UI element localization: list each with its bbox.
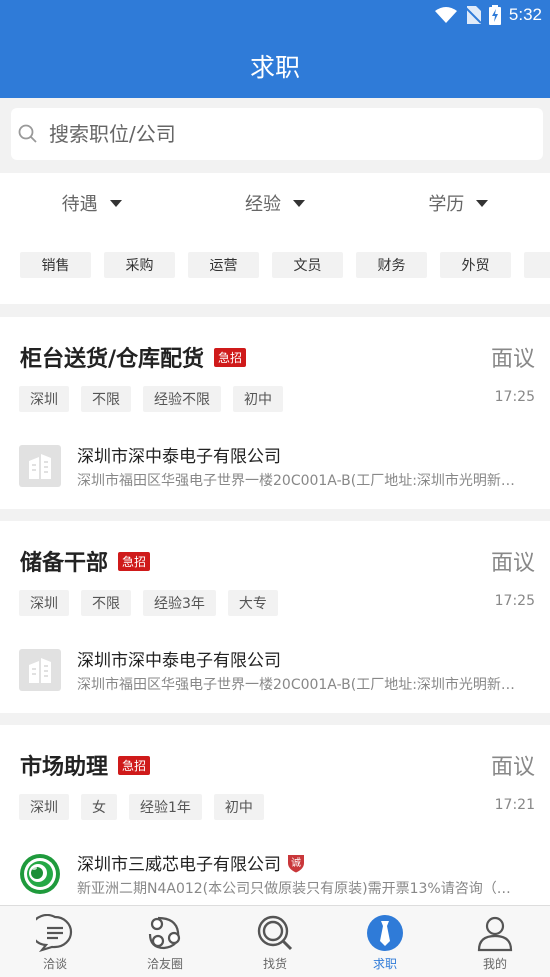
tab-label: 洽友圈: [146, 957, 183, 971]
search-input[interactable]: [49, 122, 509, 146]
urgent-badge: 急招: [214, 347, 247, 367]
job-title: 市场助理: [20, 755, 109, 780]
search-goods-icon: [257, 915, 293, 951]
job-tag: 经验3年: [143, 590, 216, 616]
filter-education[interactable]: 学历: [367, 173, 550, 233]
tab-find-goods[interactable]: 找货: [220, 906, 330, 977]
building-icon: [19, 649, 61, 691]
job-tag: 深圳: [19, 590, 69, 616]
category-chip[interactable]: 销售: [20, 252, 91, 278]
company-name: 深圳市三威芯电子有限公司: [77, 855, 281, 875]
company-address: 深圳市福田区华强电子世界一楼20C001A-B(工厂地址:深圳市光明新区公明镇): [77, 473, 515, 489]
company-name: 深圳市深中泰电子有限公司: [77, 651, 281, 671]
tab-chat[interactable]: 洽谈: [0, 906, 110, 977]
building-icon: [19, 445, 61, 487]
filter-label: 待遇: [61, 194, 98, 215]
company-row[interactable]: 深圳市深中泰电子有限公司 深圳市福田区华强电子世界一楼20C001A-B(工厂地…: [19, 442, 534, 490]
job-salary: 面议: [490, 755, 535, 780]
filter-salary[interactable]: 待遇: [0, 173, 183, 233]
tab-label: 找货: [262, 957, 287, 971]
tab-label: 求职: [372, 957, 397, 971]
filter-bar: 待遇 经验 学历: [0, 173, 550, 233]
job-title: 储备干部: [20, 551, 109, 576]
tab-label: 洽谈: [42, 957, 67, 971]
category-chip[interactable]: 运营: [188, 252, 259, 278]
job-tags: 深圳 不限 经验不限 初中: [19, 386, 283, 412]
search-icon: [18, 124, 37, 143]
job-time: 17:21: [494, 797, 535, 813]
status-time: 5:32: [508, 5, 542, 24]
job-tag: 女: [81, 794, 117, 820]
app-header: 5:32 求职: [0, 0, 550, 98]
tab-friends-circle[interactable]: 洽友圈: [110, 906, 220, 977]
category-chip[interactable]: 采购: [104, 252, 175, 278]
job-title: 柜台送货/仓库配货: [20, 347, 205, 372]
job-tag: 大专: [227, 590, 278, 616]
job-tag: 深圳: [19, 794, 69, 820]
job-card[interactable]: 柜台送货/仓库配货 急招 面议 深圳 不限 经验不限 初中 17:25 深圳市深…: [0, 317, 550, 509]
company-address: 深圳市福田区华强电子世界一楼20C001A-B(工厂地址:深圳市光明新区公明镇): [77, 677, 515, 693]
company-row[interactable]: 深圳市三威芯电子有限公司 诚 新亚洲二期N4A012(本公司只做原装只有原装)需…: [19, 850, 534, 898]
tab-mine[interactable]: 我的: [440, 906, 550, 977]
job-tags: 深圳 不限 经验3年 大专: [19, 590, 278, 616]
tab-label: 我的: [482, 957, 507, 971]
category-chip[interactable]: 配: [524, 252, 550, 278]
page-title: 求职: [249, 53, 300, 82]
category-strip: 销售 采购 运营 文员 财务 外贸 配: [0, 233, 550, 304]
job-salary: 面议: [490, 347, 535, 372]
company-name: 深圳市深中泰电子有限公司: [77, 447, 281, 467]
job-tag: 经验1年: [129, 794, 202, 820]
company-row[interactable]: 深圳市深中泰电子有限公司 深圳市福田区华强电子世界一楼20C001A-B(工厂地…: [19, 646, 534, 694]
urgent-badge: 急招: [118, 551, 151, 571]
job-tag: 不限: [81, 590, 131, 616]
job-card[interactable]: 市场助理 急招 面议 深圳 女 经验1年 初中 17:21 深圳市三威芯电子有限…: [0, 725, 550, 905]
company-logo-icon: [20, 854, 60, 894]
job-title-row: 储备干部 急招: [20, 545, 151, 577]
credit-shield-icon: 诚: [288, 854, 304, 872]
company-address: 新亚洲二期N4A012(本公司只做原装只有原装)需开票13%请咨询（工作时间）: [77, 881, 515, 897]
job-time: 17:25: [494, 593, 535, 609]
status-bar: 5:32: [434, 4, 542, 26]
category-chip[interactable]: 文员: [272, 252, 343, 278]
job-title-row: 市场助理 急招: [20, 749, 151, 781]
job-tag: 深圳: [19, 386, 69, 412]
tab-job-seeking[interactable]: 求职: [330, 906, 440, 977]
caret-down-icon: [109, 199, 122, 207]
filter-experience[interactable]: 经验: [183, 173, 366, 233]
chat-icon: [36, 914, 73, 952]
filter-label: 学历: [428, 194, 465, 215]
job-tag: 不限: [81, 386, 131, 412]
filter-label: 经验: [244, 194, 281, 215]
credit-label: 诚: [291, 857, 301, 869]
friends-circle-icon: [148, 916, 181, 950]
wifi-icon: [434, 7, 457, 23]
urgent-badge: 急招: [118, 755, 151, 775]
search-section: [0, 98, 550, 172]
job-time: 17:25: [494, 389, 535, 405]
job-tag: 初中: [233, 386, 283, 412]
search-box[interactable]: [11, 108, 543, 160]
job-tags: 深圳 女 经验1年 初中: [19, 794, 264, 820]
battery-charging-icon: [488, 5, 501, 25]
no-sim-icon: [464, 6, 481, 24]
user-icon: [477, 916, 513, 952]
caret-down-icon: [476, 199, 489, 207]
category-chip[interactable]: 外贸: [440, 252, 511, 278]
job-salary: 面议: [490, 551, 535, 576]
job-tag: 初中: [213, 794, 264, 820]
bottom-tab-bar: 洽谈 洽友圈 找货 求职 我的: [0, 905, 550, 977]
tie-icon: [367, 915, 403, 951]
job-tag: 经验不限: [143, 386, 221, 412]
job-title-row: 柜台送货/仓库配货 急招: [20, 341, 247, 373]
category-chip[interactable]: 财务: [356, 252, 427, 278]
caret-down-icon: [292, 199, 305, 207]
job-card[interactable]: 储备干部 急招 面议 深圳 不限 经验3年 大专 17:25 深圳市深中泰电子有…: [0, 521, 550, 713]
